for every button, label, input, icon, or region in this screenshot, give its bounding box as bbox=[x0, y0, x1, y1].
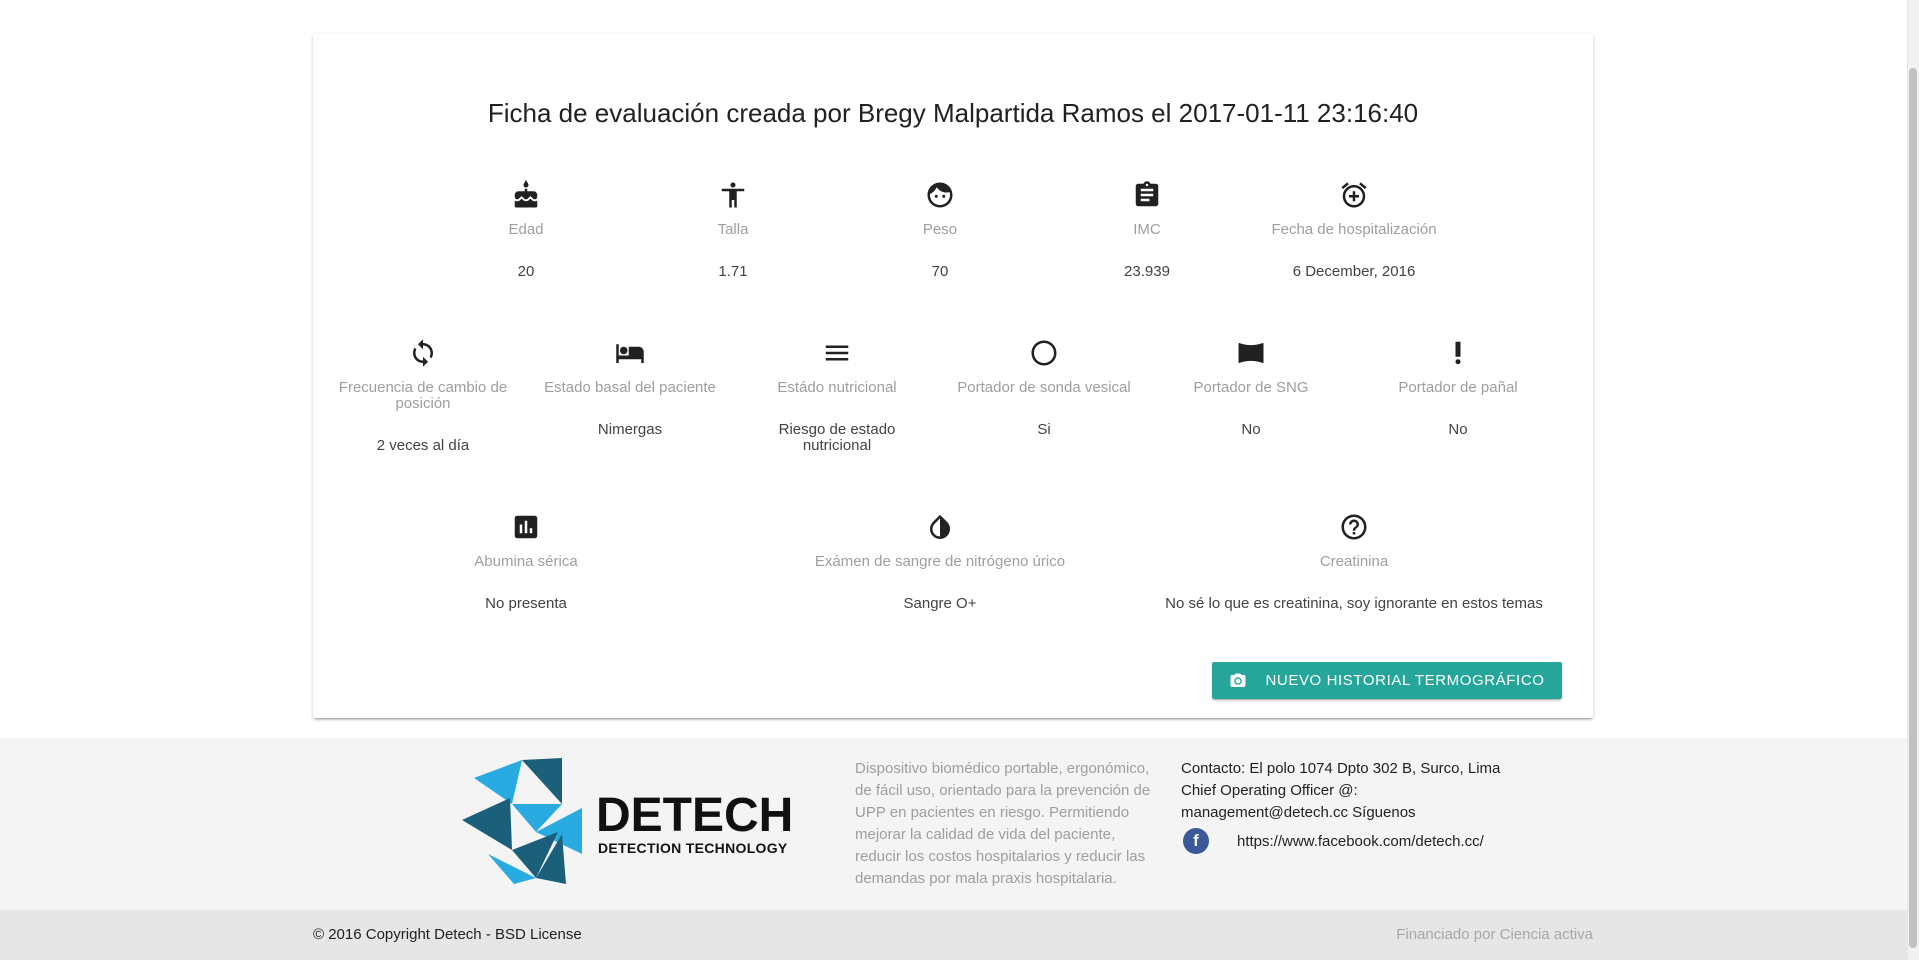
stat-value: Si bbox=[1037, 421, 1051, 438]
stat-value: Riesgo de estado nutricional bbox=[778, 421, 896, 454]
stat-value: 1.71 bbox=[718, 263, 748, 280]
footer-copyright-bar bbox=[0, 910, 1907, 960]
stat-label: Peso bbox=[922, 221, 958, 238]
new-thermographic-history-button[interactable]: Nuevo historial termográfico bbox=[1212, 662, 1562, 699]
cake-icon bbox=[511, 180, 541, 210]
stat-label: IMC bbox=[1133, 221, 1161, 238]
stat-nitrogeno-urico: Exámen de sangre de nitrógeno úrico Sang… bbox=[790, 512, 1090, 612]
stat-label: Abumina sérica bbox=[474, 553, 578, 570]
button-label: Nuevo historial termográfico bbox=[1265, 672, 1545, 689]
stat-label: Portador de SNG bbox=[1193, 379, 1309, 396]
stat-value: No bbox=[1241, 421, 1261, 438]
stat-imc: IMC 23.939 bbox=[1047, 180, 1247, 280]
stat-estado-basal: Estado basal del paciente Nimergas bbox=[530, 338, 730, 438]
scrollbar-thumb[interactable] bbox=[1909, 68, 1917, 948]
facebook-icon[interactable]: f bbox=[1183, 828, 1209, 854]
stat-value: No bbox=[1448, 421, 1468, 438]
footer-description: Dispositivo biomédico portable, ergonómi… bbox=[855, 760, 1151, 887]
stat-value: 70 bbox=[931, 263, 949, 280]
stat-value: 23.939 bbox=[1124, 263, 1170, 280]
stat-albumina: Abumina sérica No presenta bbox=[426, 512, 626, 612]
logo-subtitle: DETECTION TECHNOLOGY bbox=[598, 840, 788, 856]
accessibility-icon bbox=[718, 180, 748, 210]
sync-icon bbox=[408, 338, 438, 368]
stat-label: Edad bbox=[508, 221, 544, 238]
priority-high-icon bbox=[1443, 338, 1473, 368]
alarm-add-icon bbox=[1339, 180, 1369, 210]
stat-creatinina: Creatinina No sé lo que es creatinina, s… bbox=[1154, 512, 1554, 612]
page-title: Ficha de evaluación creada por Bregy Mal… bbox=[487, 98, 1419, 128]
stat-value: Sangre O+ bbox=[903, 595, 977, 612]
stat-value: Nimergas bbox=[597, 421, 663, 438]
stat-label: Portador de sonda vesical bbox=[957, 379, 1131, 396]
evaluation-card: Ficha de evaluación creada por Bregy Mal… bbox=[313, 34, 1593, 718]
stat-edad: Edad 20 bbox=[426, 180, 626, 280]
stat-label: Exámen de sangre de nitrógeno úrico bbox=[814, 553, 1066, 570]
stat-label: Frecuencia de cambio de posición bbox=[338, 379, 508, 412]
stat-value: 2 veces al día bbox=[376, 437, 470, 454]
detech-logo-mark bbox=[462, 758, 582, 884]
stat-panal: Portador de pañal No bbox=[1358, 338, 1558, 438]
circle-outline-icon bbox=[1029, 338, 1059, 368]
help-outline-icon bbox=[1339, 512, 1369, 542]
stat-label: Portador de pañal bbox=[1398, 379, 1518, 396]
facebook-row: f https://www.facebook.com/detech.cc/ bbox=[1181, 826, 1521, 856]
stat-peso: Peso 70 bbox=[840, 180, 1040, 280]
detech-logo: DETECH DETECTION TECHNOLOGY bbox=[462, 758, 794, 884]
stat-label: Fecha de hospitalización bbox=[1271, 221, 1437, 238]
stat-value: 20 bbox=[517, 263, 535, 280]
stat-value: No presenta bbox=[485, 595, 567, 612]
panorama-icon bbox=[1236, 338, 1266, 368]
footer-contact: Contacto: El polo 1074 Dpto 302 B, Surco… bbox=[1181, 760, 1501, 821]
assessment-icon bbox=[511, 512, 541, 542]
camera-icon bbox=[1230, 673, 1246, 687]
logo-word: DETECH bbox=[596, 789, 794, 842]
stat-label: Estádo nutricional bbox=[777, 379, 897, 396]
clipboard-icon bbox=[1132, 180, 1162, 210]
stat-label: Talla bbox=[717, 221, 749, 238]
stat-talla: Talla 1.71 bbox=[633, 180, 833, 280]
stat-label: Creatinina bbox=[1319, 553, 1389, 570]
facebook-link[interactable]: https://www.facebook.com/detech.cc/ bbox=[1237, 833, 1484, 850]
copyright-text: © 2016 Copyright Detech - BSD License bbox=[313, 926, 582, 943]
stat-sng: Portador de SNG No bbox=[1151, 338, 1351, 438]
menu-lines-icon bbox=[822, 338, 852, 368]
hotel-bed-icon bbox=[615, 338, 645, 368]
invert-colors-icon bbox=[925, 512, 955, 542]
stat-value: 6 December, 2016 bbox=[1292, 263, 1416, 280]
face-icon bbox=[925, 180, 955, 210]
funded-by-text: Financiado por Ciencia activa bbox=[1396, 926, 1593, 943]
page-scrollbar[interactable] bbox=[1907, 0, 1919, 960]
stat-sonda-vesical: Portador de sonda vesical Si bbox=[944, 338, 1144, 438]
stat-estado-nutricional: Estádo nutricional Riesgo de estado nutr… bbox=[737, 338, 937, 454]
stat-frecuencia: Frecuencia de cambio de posición 2 veces… bbox=[323, 338, 523, 454]
stat-value: No sé lo que es creatinina, soy ignorant… bbox=[1165, 595, 1543, 612]
stat-fecha-hospitalizacion: Fecha de hospitalización 6 December, 201… bbox=[1254, 180, 1454, 280]
stat-label: Estado basal del paciente bbox=[544, 379, 716, 396]
